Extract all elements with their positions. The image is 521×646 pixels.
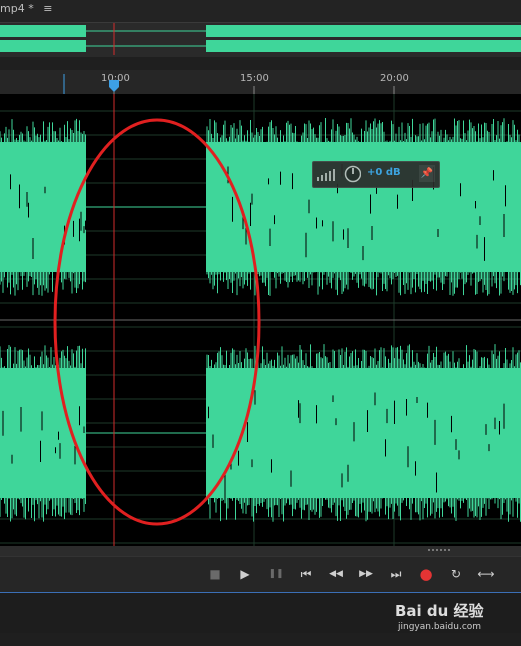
volume-value[interactable]: +0 dB: [367, 167, 401, 178]
overview-waveform[interactable]: [0, 23, 521, 55]
volume-knob-icon: [344, 165, 361, 183]
go-to-start-button[interactable]: ⏮: [296, 565, 316, 583]
time-ruler[interactable]: 10:00 15:00 20:00: [0, 70, 521, 95]
pause-button[interactable]: ❚❚: [266, 565, 286, 583]
title-bar: [0, 0, 521, 22]
record-button[interactable]: ●: [416, 565, 436, 583]
play-button[interactable]: ▶: [235, 565, 255, 583]
document-tab[interactable]: mp4 * ≡: [0, 2, 52, 15]
volume-hud[interactable]: +0 dB 📌: [312, 161, 440, 188]
annotation-circle: [53, 118, 261, 526]
loop-button[interactable]: ↻: [446, 565, 466, 583]
horizontal-scrollbar[interactable]: [0, 546, 521, 556]
skip-selection-button[interactable]: ⟷: [476, 565, 496, 583]
transport-bar: [0, 556, 521, 593]
go-to-end-button[interactable]: ⏭: [386, 565, 406, 583]
rewind-button[interactable]: ◀◀: [326, 565, 346, 583]
pin-icon[interactable]: 📌: [419, 165, 435, 182]
scroll-grip-icon[interactable]: [428, 548, 452, 554]
tab-title-label: mp4 *: [0, 2, 34, 15]
watermark-url: jingyan.baidu.com: [398, 622, 482, 632]
fast-forward-button[interactable]: ▶▶: [356, 565, 376, 583]
ruler-ticks: [63, 74, 395, 94]
playhead-marker-icon: [109, 80, 119, 92]
hamburger-menu-icon[interactable]: ≡: [43, 2, 52, 15]
watermark-logo: Bai du 经验: [395, 602, 484, 620]
stop-button[interactable]: ■: [205, 565, 225, 583]
waveform-canvas[interactable]: [0, 94, 521, 546]
level-bars-icon: [317, 169, 335, 181]
